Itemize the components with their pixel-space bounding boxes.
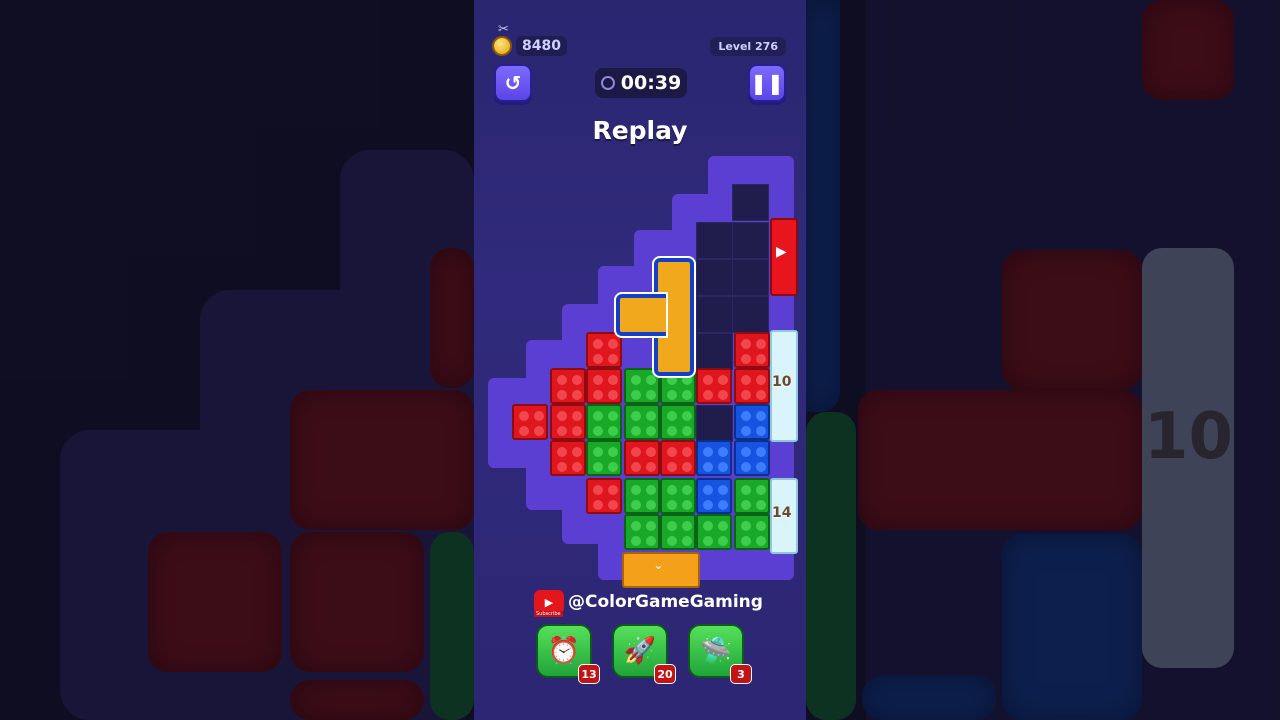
empty-cell <box>732 222 769 259</box>
game-panel: ✂ 8480 Level 276 ↺ 00:39 ❚❚ Replay ▶ 10 … <box>474 0 806 720</box>
red-block[interactable] <box>550 440 586 476</box>
empty-cell <box>732 184 769 221</box>
green-block[interactable] <box>586 404 622 440</box>
empty-cell <box>696 333 733 370</box>
blue-block[interactable] <box>696 440 732 476</box>
red-block[interactable] <box>734 332 770 368</box>
powerup-timer-freeze[interactable]: ⏰ 13 <box>536 624 600 684</box>
red-block[interactable] <box>696 368 732 404</box>
red-block[interactable] <box>550 404 586 440</box>
subscribe-badge: Subscribe <box>534 611 563 617</box>
green-block[interactable] <box>624 404 660 440</box>
empty-cell <box>696 405 733 442</box>
arrow-right-icon: ▶ <box>776 244 787 260</box>
exit-cyan-14: 14 <box>770 478 798 554</box>
green-block[interactable] <box>696 514 732 550</box>
green-block[interactable] <box>624 478 660 514</box>
exit-cyan-10: 10 <box>770 330 798 442</box>
green-block[interactable] <box>624 514 660 550</box>
red-block[interactable] <box>586 478 622 514</box>
exit-orange: ⌄ <box>622 552 700 588</box>
clock-icon: ⏰ <box>547 636 581 666</box>
empty-cell <box>732 296 769 333</box>
red-block[interactable] <box>512 404 548 440</box>
green-block[interactable] <box>660 404 696 440</box>
empty-cell <box>696 222 733 259</box>
empty-cell <box>732 259 769 296</box>
exit-red: ▶ <box>770 218 798 296</box>
blue-block[interactable] <box>734 404 770 440</box>
green-block[interactable] <box>660 478 696 514</box>
blue-block[interactable] <box>734 440 770 476</box>
channel-handle: @ColorGameGaming <box>568 592 763 612</box>
green-block[interactable] <box>734 514 770 550</box>
red-block[interactable] <box>586 332 622 368</box>
red-block[interactable] <box>586 368 622 404</box>
red-block[interactable] <box>734 368 770 404</box>
empty-cell <box>696 259 733 296</box>
blue-block[interactable] <box>696 478 732 514</box>
red-block[interactable] <box>660 440 696 476</box>
selected-piece-arm[interactable] <box>616 294 666 336</box>
red-block[interactable] <box>550 368 586 404</box>
empty-cell <box>696 296 733 333</box>
powerup-count: 3 <box>730 664 752 684</box>
powerup-ufo[interactable]: 🛸 3 <box>688 624 752 684</box>
green-block[interactable] <box>734 478 770 514</box>
chevron-down-icon: ⌄ <box>653 558 664 573</box>
rocket-icon: 🚀 <box>623 636 657 666</box>
powerup-count: 13 <box>578 664 600 684</box>
channel-watermark: ▶ @ColorGameGaming <box>534 590 763 614</box>
powerup-rocket[interactable]: 🚀 20 <box>612 624 676 684</box>
ufo-icon: 🛸 <box>699 636 733 666</box>
green-block[interactable] <box>586 440 622 476</box>
exit-count: 10 <box>772 374 792 390</box>
red-block[interactable] <box>624 440 660 476</box>
exit-count: 14 <box>772 505 792 521</box>
green-block[interactable] <box>660 514 696 550</box>
powerup-count: 20 <box>654 664 676 684</box>
